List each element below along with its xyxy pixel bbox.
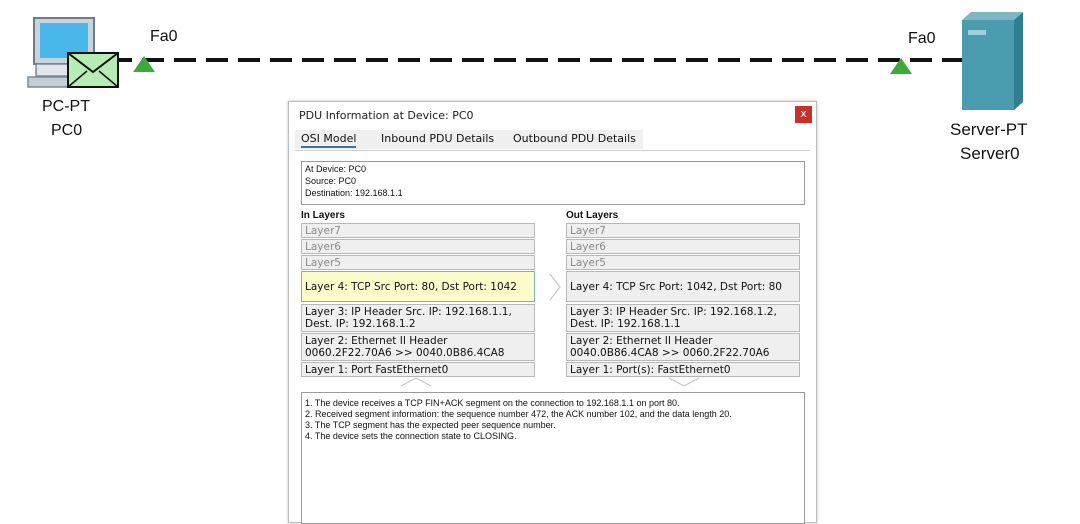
description-line: 4. The device sets the connection state … <box>305 431 517 441</box>
close-button[interactable]: x <box>795 106 812 123</box>
out-layers-heading: Out Layers <box>566 210 619 221</box>
destination-text: Destination: 192.168.1.1 <box>305 188 403 198</box>
pdu-envelope-icon[interactable] <box>67 52 119 88</box>
tab-outbound-pdu-details[interactable]: Outbound PDU Details <box>513 132 636 145</box>
description-box: 1. The device receives a TCP FIN+ACK seg… <box>301 392 805 524</box>
in-layer-2[interactable]: Layer 2: Ethernet II Header 0060.2F22.70… <box>301 333 535 361</box>
in-layer-4[interactable]: Layer 4: TCP Src Port: 80, Dst Port: 104… <box>301 271 535 302</box>
server0-device-icon[interactable] <box>962 12 1023 110</box>
in-layers-heading: In Layers <box>301 210 345 221</box>
description-line: 3. The TCP segment has the expected peer… <box>305 420 556 430</box>
out-layer-3[interactable]: Layer 3: IP Header Src. IP: 192.168.1.2,… <box>566 304 800 332</box>
pc-name-label: PC0 <box>51 122 83 139</box>
at-device-text: At Device: PC0 <box>305 164 367 174</box>
tab-inbound-pdu-details[interactable]: Inbound PDU Details <box>381 132 494 145</box>
out-layer-6[interactable]: Layer6 <box>566 239 800 254</box>
in-layer-1[interactable]: Layer 1: Port FastEthernet0 <box>301 362 535 377</box>
server-name-label: Server0 <box>960 144 1020 163</box>
source-text: Source: PC0 <box>305 176 357 186</box>
tab-osi-model[interactable]: OSI Model <box>301 132 357 148</box>
chevron-up-icon <box>400 377 432 387</box>
out-layer-2[interactable]: Layer 2: Ethernet II Header 0040.0B86.4C… <box>566 333 800 361</box>
pc-port-label: Fa0 <box>150 28 178 45</box>
description-line: 1. The device receives a TCP FIN+ACK seg… <box>305 398 680 408</box>
server-type-label: Server-PT <box>950 120 1028 139</box>
server-port-label: Fa0 <box>908 30 936 47</box>
chevron-right-icon <box>549 273 561 301</box>
out-layer-4[interactable]: Layer 4: TCP Src Port: 1042, Dst Port: 8… <box>566 271 800 302</box>
out-layer-1[interactable]: Layer 1: Port(s): FastEthernet0 <box>566 362 800 377</box>
out-layer-7[interactable]: Layer7 <box>566 223 800 238</box>
window-title: PDU Information at Device: PC0 <box>299 109 474 122</box>
in-layer-7[interactable]: Layer7 <box>301 223 535 238</box>
device-info-box: At Device: PC0 Source: PC0 Destination: … <box>301 161 805 205</box>
in-layer-5[interactable]: Layer5 <box>301 255 535 270</box>
pc-type-label: PC-PT <box>42 98 90 115</box>
out-layer-5[interactable]: Layer5 <box>566 255 800 270</box>
in-layer-3[interactable]: Layer 3: IP Header Src. IP: 192.168.1.1,… <box>301 304 535 332</box>
in-layer-6[interactable]: Layer6 <box>301 239 535 254</box>
pdu-info-window: PDU Information at Device: PC0 x OSI Mod… <box>288 101 817 524</box>
tab-divider <box>295 150 810 151</box>
description-line: 2. Received segment information: the seq… <box>305 409 732 419</box>
chevron-down-icon <box>668 377 700 387</box>
